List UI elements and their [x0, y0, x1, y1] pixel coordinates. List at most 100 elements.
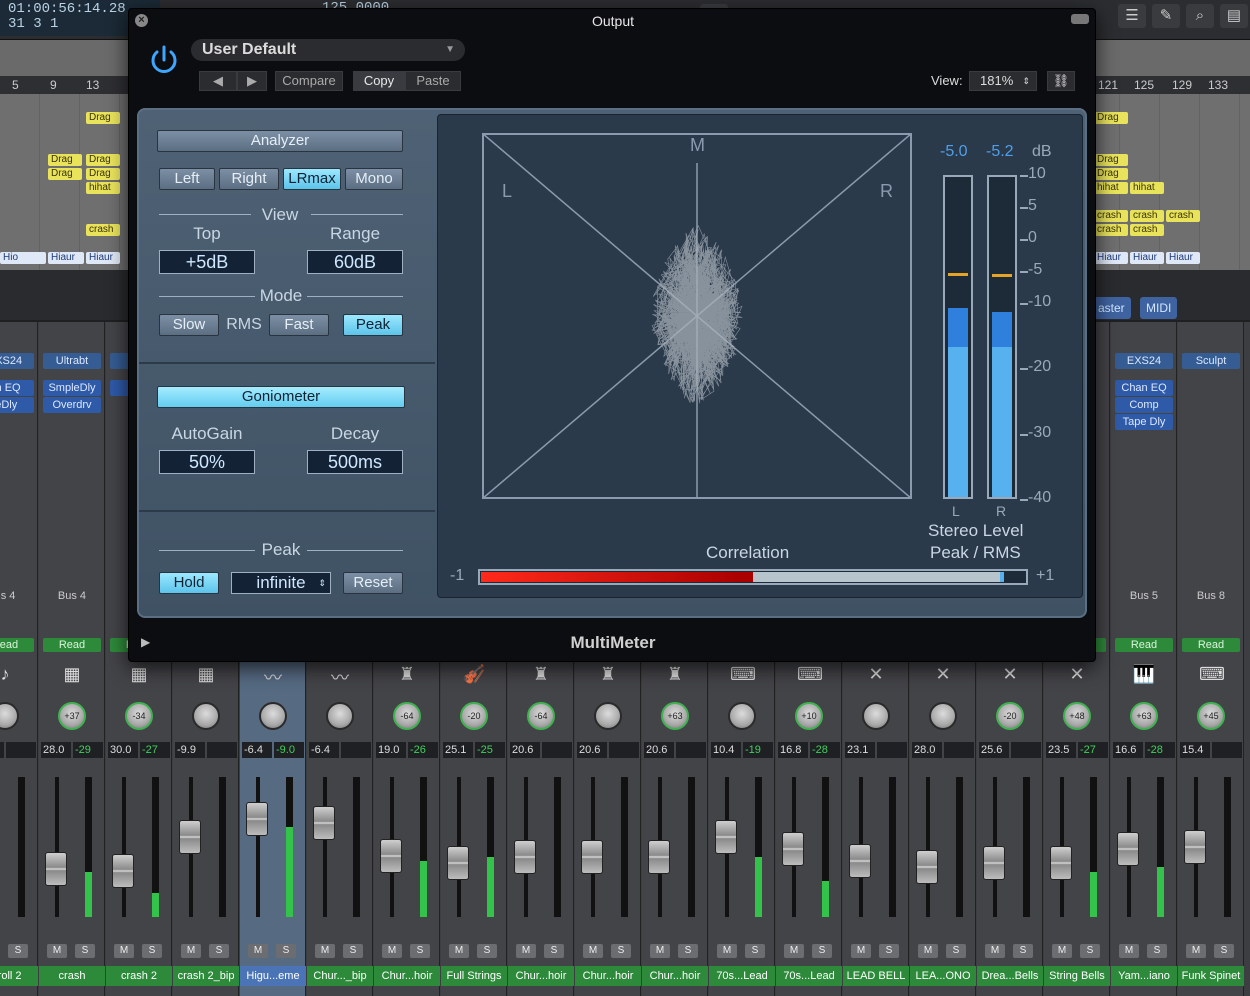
copy-button[interactable]: Copy — [353, 71, 405, 91]
solo-button[interactable]: S — [544, 944, 564, 958]
mute-button[interactable]: M — [650, 944, 670, 958]
pan-knob[interactable]: +63 — [661, 702, 689, 730]
track-name[interactable]: crash 2_bip — [173, 966, 239, 986]
insert-slot[interactable]: Comp — [1115, 397, 1173, 413]
insert-slot[interactable]: SmpleDly — [43, 380, 101, 396]
region[interactable]: Drag — [48, 168, 82, 180]
track-name[interactable]: Funk Spinet — [1178, 966, 1244, 986]
solo-button[interactable]: S — [678, 944, 698, 958]
track-name[interactable]: Chur...hoir — [642, 966, 708, 986]
autogain-value[interactable]: 50% — [159, 450, 255, 474]
automation-mode[interactable]: Read — [0, 638, 34, 652]
mute-button[interactable]: M — [918, 944, 938, 958]
solo-button[interactable]: S — [1080, 944, 1100, 958]
instrument-slot[interactable]: Ultrabt — [43, 353, 101, 369]
pan-knob[interactable]: +10 — [795, 702, 823, 730]
pan-knob[interactable] — [259, 702, 287, 730]
solo-button[interactable]: S — [477, 944, 497, 958]
track-name[interactable]: Yam...iano — [1111, 966, 1177, 986]
mute-button[interactable]: M — [248, 944, 268, 958]
region[interactable]: Drag — [48, 154, 82, 166]
volume-fader[interactable] — [1050, 846, 1072, 880]
pan-knob[interactable]: -20 — [460, 702, 488, 730]
region[interactable]: Drag — [1094, 112, 1128, 124]
track-name[interactable]: Chur...hoir — [374, 966, 440, 986]
top-value[interactable]: +5dB — [159, 250, 255, 274]
track-name[interactable]: Drea...Bells — [977, 966, 1043, 986]
range-value[interactable]: 60dB — [307, 250, 403, 274]
region[interactable]: Drag — [86, 112, 120, 124]
pan-knob[interactable] — [0, 702, 19, 730]
track-name[interactable]: Chur...hoir — [575, 966, 641, 986]
track-name[interactable]: crash 2 — [106, 966, 172, 986]
track-name[interactable]: 70s...Lead — [709, 966, 775, 986]
hold-time-select[interactable]: infinite ⇕ — [231, 572, 331, 594]
mute-button[interactable]: M — [181, 944, 201, 958]
solo-button[interactable]: S — [611, 944, 631, 958]
decay-value[interactable]: 500ms — [307, 450, 403, 474]
solo-button[interactable]: S — [745, 944, 765, 958]
volume-fader[interactable] — [648, 840, 670, 874]
solo-button[interactable]: S — [946, 944, 966, 958]
link-icon[interactable]: ⛓ — [1047, 71, 1075, 91]
goniometer-button[interactable]: Goniometer — [157, 386, 405, 408]
mute-button[interactable]: M — [47, 944, 67, 958]
region[interactable]: crash — [86, 224, 120, 236]
region[interactable]: hihat — [1130, 182, 1164, 194]
mute-button[interactable]: M — [1052, 944, 1072, 958]
track-name[interactable]: Chur...hoir — [508, 966, 574, 986]
instrument-slot[interactable]: Sculpt — [1182, 353, 1240, 369]
volume-fader[interactable] — [715, 820, 737, 854]
track-name[interactable]: Chur..._bip — [307, 966, 373, 986]
pan-knob[interactable] — [326, 702, 354, 730]
automation-mode[interactable]: Read — [1115, 638, 1173, 652]
region[interactable]: Hiaur — [1166, 252, 1200, 264]
track-name[interactable]: Full Strings — [441, 966, 507, 986]
channel-left-button[interactable]: Left — [159, 168, 215, 190]
volume-fader[interactable] — [45, 852, 67, 886]
next-preset-button[interactable]: ▶ — [237, 71, 267, 91]
solo-button[interactable]: S — [276, 944, 296, 958]
solo-button[interactable]: S — [879, 944, 899, 958]
volume-fader[interactable] — [1117, 832, 1139, 866]
mute-button[interactable]: M — [114, 944, 134, 958]
mute-button[interactable]: M — [315, 944, 335, 958]
pan-knob[interactable]: +48 — [1063, 702, 1091, 730]
region[interactable]: Hio — [0, 252, 46, 264]
track-name[interactable]: LEA...ONO — [910, 966, 976, 986]
volume-fader[interactable] — [112, 854, 134, 888]
preset-menu[interactable]: User Default ▼ — [191, 39, 465, 61]
hold-button[interactable]: Hold — [159, 572, 219, 594]
volume-fader[interactable] — [380, 839, 402, 873]
paste-button[interactable]: Paste — [405, 71, 461, 91]
mute-button[interactable]: M — [382, 944, 402, 958]
solo-button[interactable]: S — [209, 944, 229, 958]
track-name[interactable]: crash — [39, 966, 105, 986]
insert-slot[interactable]: Chan EQ — [1115, 380, 1173, 396]
region[interactable]: Drag — [86, 168, 120, 180]
minimize-button[interactable] — [1071, 14, 1089, 24]
track-name[interactable]: String Bells — [1044, 966, 1110, 986]
channel-right-button[interactable]: Right — [219, 168, 279, 190]
power-icon[interactable] — [147, 43, 181, 77]
volume-fader[interactable] — [983, 846, 1005, 880]
region[interactable]: hihat — [86, 182, 120, 194]
tab-master[interactable]: aster — [1092, 297, 1131, 319]
region[interactable]: Hiaur — [1094, 252, 1128, 264]
view-zoom-select[interactable]: 181% ⇕ — [969, 71, 1037, 91]
track-name[interactable]: Higu...eme — [240, 966, 306, 986]
pan-knob[interactable] — [192, 702, 220, 730]
region[interactable]: Drag — [1094, 154, 1128, 166]
peak-mode-button[interactable]: Peak — [343, 314, 403, 336]
volume-fader[interactable] — [581, 840, 603, 874]
track-name[interactable]: LEAD BELL — [843, 966, 909, 986]
browser-icon[interactable]: ▤ — [1220, 4, 1248, 28]
insert-slot[interactable]: an EQ — [0, 380, 34, 396]
list-icon[interactable]: ☰ — [1118, 4, 1146, 28]
solo-button[interactable]: S — [410, 944, 430, 958]
region[interactable]: Hiaur — [1130, 252, 1164, 264]
pan-knob[interactable]: +37 — [58, 702, 86, 730]
mute-button[interactable]: M — [583, 944, 603, 958]
fast-button[interactable]: Fast — [269, 314, 329, 336]
mute-button[interactable]: M — [1186, 944, 1206, 958]
